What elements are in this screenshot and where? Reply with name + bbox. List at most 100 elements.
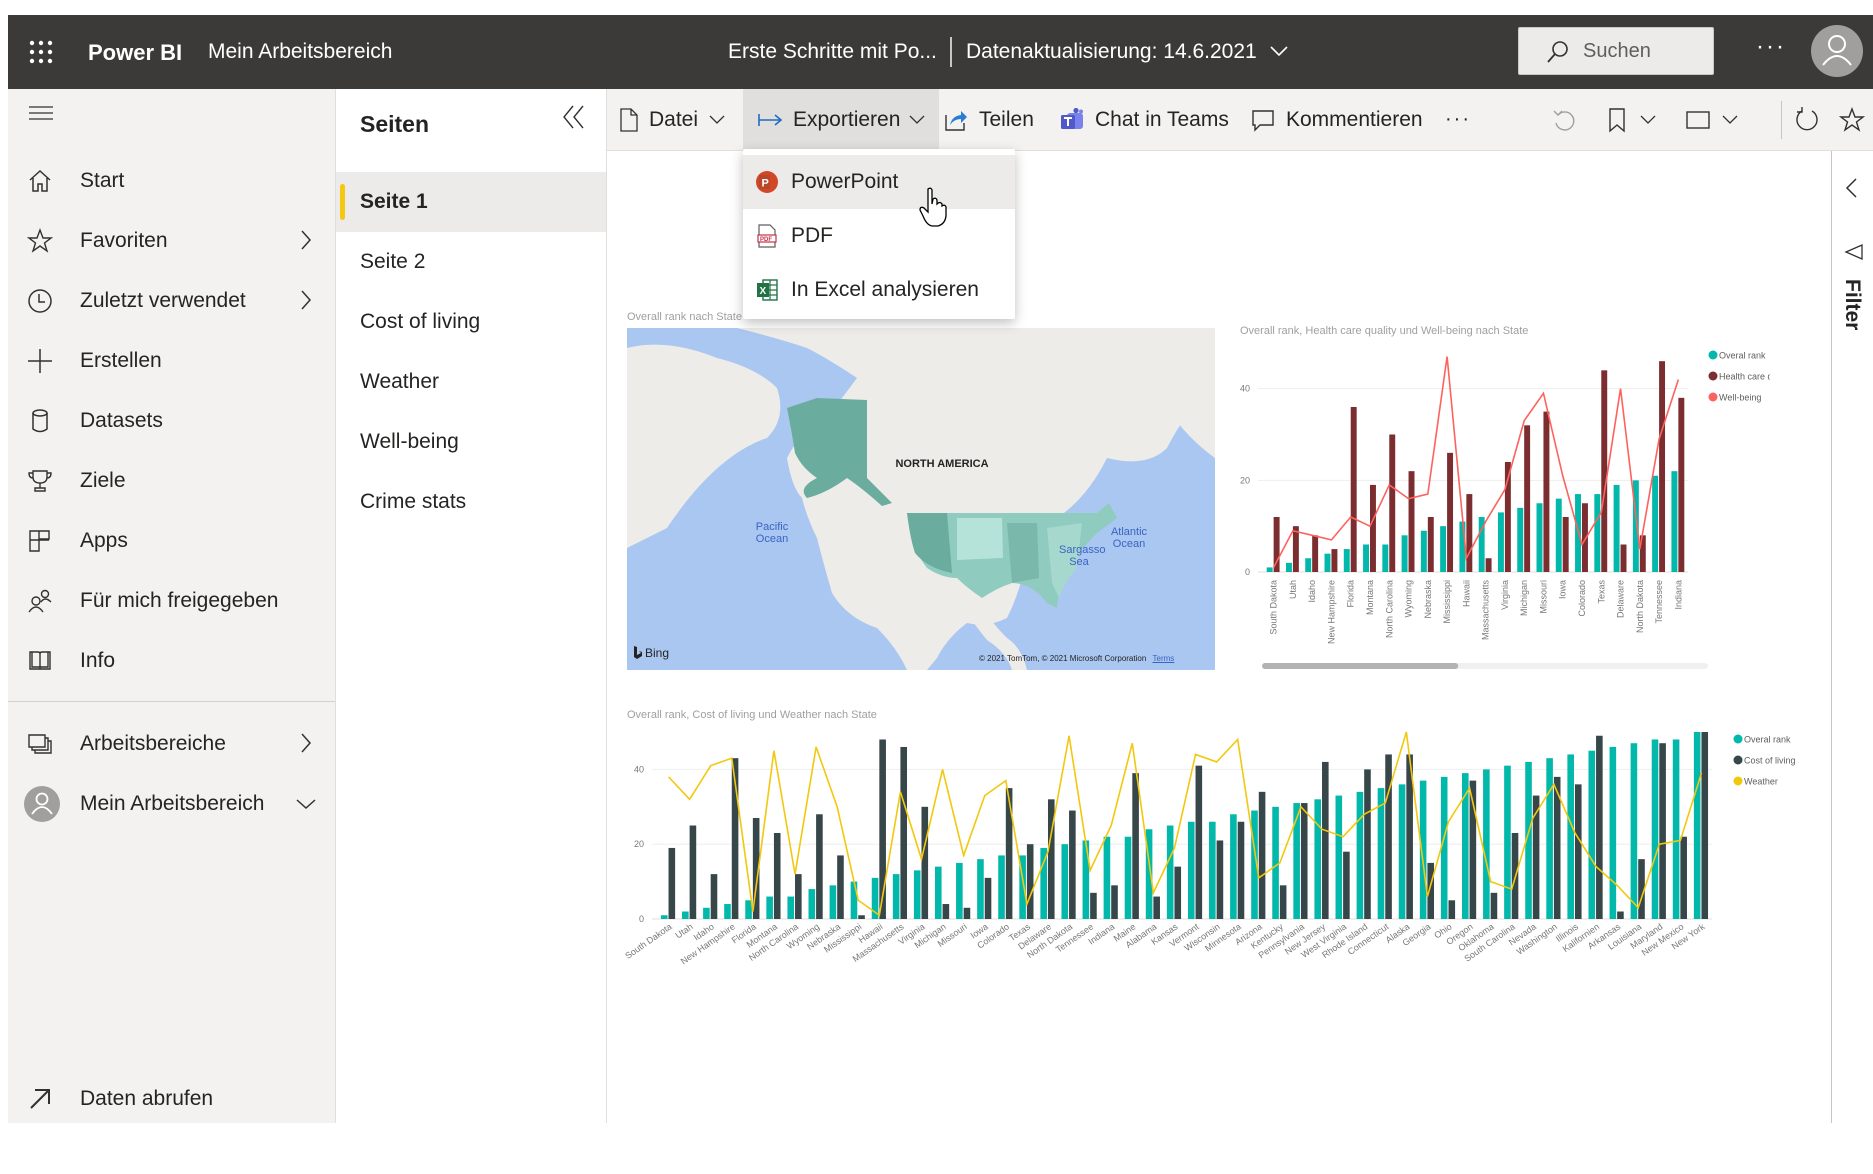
- bar-health-care-quality[interactable]: [1485, 558, 1492, 572]
- bar-cost-of-living[interactable]: [837, 855, 844, 919]
- bar-overal-rank[interactable]: [850, 881, 858, 919]
- bar-overal-rank[interactable]: [1504, 765, 1511, 919]
- map-visual[interactable]: NORTH AMERICA Pacific Ocean Atlantic Oce…: [627, 328, 1215, 670]
- bar-overal-rank[interactable]: [1230, 814, 1237, 919]
- bar-overal-rank[interactable]: [1546, 758, 1553, 919]
- bar-overal-rank[interactable]: [1693, 732, 1701, 919]
- bookmark-button[interactable]: [1607, 89, 1657, 150]
- export-powerpoint-item[interactable]: P PowerPoint: [743, 155, 1015, 209]
- nav-item-info[interactable]: Info: [8, 636, 335, 686]
- nav-item-arbeitsbereiche[interactable]: Arbeitsbereiche: [8, 719, 335, 769]
- bar-overal-rank[interactable]: [682, 911, 689, 919]
- nav-item-favoriten[interactable]: Favoriten: [8, 216, 335, 266]
- bar-overal-rank[interactable]: [1588, 750, 1596, 919]
- bar-cost-of-living[interactable]: [1680, 836, 1687, 919]
- bar-overal-rank[interactable]: [829, 885, 837, 919]
- bar-overal-rank[interactable]: [977, 859, 984, 919]
- bar-overal-rank[interactable]: [787, 896, 795, 919]
- bar-health-care-quality[interactable]: [1659, 361, 1666, 572]
- bar-overal-rank[interactable]: [1061, 844, 1069, 919]
- bar-health-care-quality[interactable]: [1389, 434, 1396, 573]
- bar-overal-rank[interactable]: [1594, 494, 1601, 572]
- bar-health-care-quality[interactable]: [1408, 471, 1415, 572]
- bar-cost-of-living[interactable]: [1490, 892, 1498, 919]
- bar-overal-rank[interactable]: [1398, 784, 1406, 919]
- nav-item-apps[interactable]: Apps: [8, 516, 335, 566]
- file-menu-button[interactable]: Datei: [619, 89, 726, 150]
- bar-overal-rank[interactable]: [1343, 549, 1350, 572]
- bar-overal-rank[interactable]: [1363, 544, 1369, 573]
- bar-overal-rank[interactable]: [956, 862, 963, 919]
- bar-health-care-quality[interactable]: [1678, 397, 1685, 572]
- bar-cost-of-living[interactable]: [1090, 892, 1097, 919]
- bar-cost-of-living[interactable]: [1195, 765, 1203, 919]
- bar-cost-of-living[interactable]: [1216, 840, 1224, 919]
- bar-health-care-quality[interactable]: [1466, 494, 1473, 572]
- bar-cost-of-living[interactable]: [921, 806, 929, 919]
- favorite-button[interactable]: [1839, 89, 1865, 150]
- bar-cost-of-living[interactable]: [1343, 851, 1350, 919]
- search-box[interactable]: Suchen: [1518, 27, 1714, 75]
- bar-cost-of-living[interactable]: [1237, 821, 1245, 919]
- bar-cost-of-living[interactable]: [773, 832, 781, 919]
- bar-overal-rank[interactable]: [766, 896, 773, 919]
- bar-cost-of-living[interactable]: [795, 874, 802, 919]
- bar-health-care-quality[interactable]: [1447, 452, 1454, 572]
- workspace-breadcrumb[interactable]: Mein Arbeitsbereich: [208, 40, 392, 64]
- app-launcher-icon[interactable]: [28, 39, 54, 65]
- bar-health-care-quality[interactable]: [1331, 549, 1338, 572]
- page-tab-seite-2[interactable]: Seite 2: [336, 232, 606, 292]
- bar-overal-rank[interactable]: [1401, 535, 1408, 572]
- bar-cost-of-living[interactable]: [1026, 844, 1034, 919]
- bar-overal-rank[interactable]: [1483, 769, 1490, 919]
- bar-cost-of-living[interactable]: [816, 814, 823, 919]
- bar-cost-of-living[interactable]: [1005, 788, 1013, 919]
- bar-overal-rank[interactable]: [913, 870, 921, 919]
- bar-overal-rank[interactable]: [1314, 799, 1322, 919]
- bar-overal-rank[interactable]: [1356, 791, 1364, 919]
- bar-cost-of-living[interactable]: [1279, 885, 1287, 919]
- bar-overal-rank[interactable]: [1517, 507, 1524, 572]
- toolbar-more-button[interactable]: ···: [1445, 89, 1471, 150]
- bar-overal-rank[interactable]: [1335, 795, 1343, 919]
- page-tab-crime-stats[interactable]: Crime stats: [336, 472, 606, 532]
- bar-overal-rank[interactable]: [1609, 746, 1617, 919]
- bar-overal-rank[interactable]: [1103, 836, 1111, 919]
- bar-cost-of-living[interactable]: [1448, 900, 1456, 919]
- bar-overal-rank[interactable]: [1272, 806, 1279, 919]
- page-tab-cost-of-living[interactable]: Cost of living: [336, 292, 606, 352]
- nav-item-erstellen[interactable]: Erstellen: [8, 336, 335, 386]
- bar-overal-rank[interactable]: [1382, 544, 1389, 573]
- bar-cost-of-living[interactable]: [1701, 732, 1709, 919]
- bar-cost-of-living[interactable]: [984, 877, 992, 919]
- bar-cost-of-living[interactable]: [1132, 773, 1139, 919]
- bar-overal-rank[interactable]: [1124, 836, 1132, 919]
- bar-cost-of-living[interactable]: [1574, 784, 1582, 919]
- data-refresh-dropdown[interactable]: Datenaktualisierung: 14.6.2021: [966, 40, 1289, 64]
- bar-cost-of-living[interactable]: [900, 746, 908, 919]
- nav-item-ziele[interactable]: Ziele: [8, 456, 335, 506]
- chart-health-care[interactable]: 0 20 40 South Dakota Utah Idaho New Hampshire F…: [1230, 340, 1770, 680]
- bar-health-care-quality[interactable]: [1370, 484, 1376, 572]
- bar-overal-rank[interactable]: [724, 904, 731, 919]
- chat-in-teams-button[interactable]: Chat in Teams: [1059, 89, 1229, 150]
- bar-overal-rank[interactable]: [1187, 821, 1195, 919]
- bar-cost-of-living[interactable]: [1617, 911, 1624, 919]
- export-menu-button[interactable]: Exportieren: [743, 89, 939, 150]
- bar-overal-rank[interactable]: [1285, 562, 1292, 572]
- more-options-button[interactable]: ···: [1756, 33, 1786, 61]
- bar-overal-rank[interactable]: [1497, 512, 1504, 572]
- undo-button[interactable]: [1551, 89, 1577, 150]
- bar-cost-of-living[interactable]: [1111, 885, 1118, 919]
- bar-overal-rank[interactable]: [1671, 471, 1678, 572]
- bar-cost-of-living[interactable]: [1258, 791, 1266, 919]
- bar-overal-rank[interactable]: [745, 900, 752, 919]
- bar-cost-of-living[interactable]: [1300, 803, 1308, 919]
- export-excel-item[interactable]: X In Excel analysieren: [743, 263, 1015, 317]
- bar-cost-of-living[interactable]: [858, 915, 865, 919]
- share-button[interactable]: Teilen: [943, 89, 1034, 150]
- nav-item-datasets[interactable]: Datasets: [8, 396, 335, 446]
- bar-overal-rank[interactable]: [660, 915, 668, 919]
- bar-health-care-quality[interactable]: [1543, 411, 1550, 572]
- bar-overal-rank[interactable]: [1672, 739, 1680, 919]
